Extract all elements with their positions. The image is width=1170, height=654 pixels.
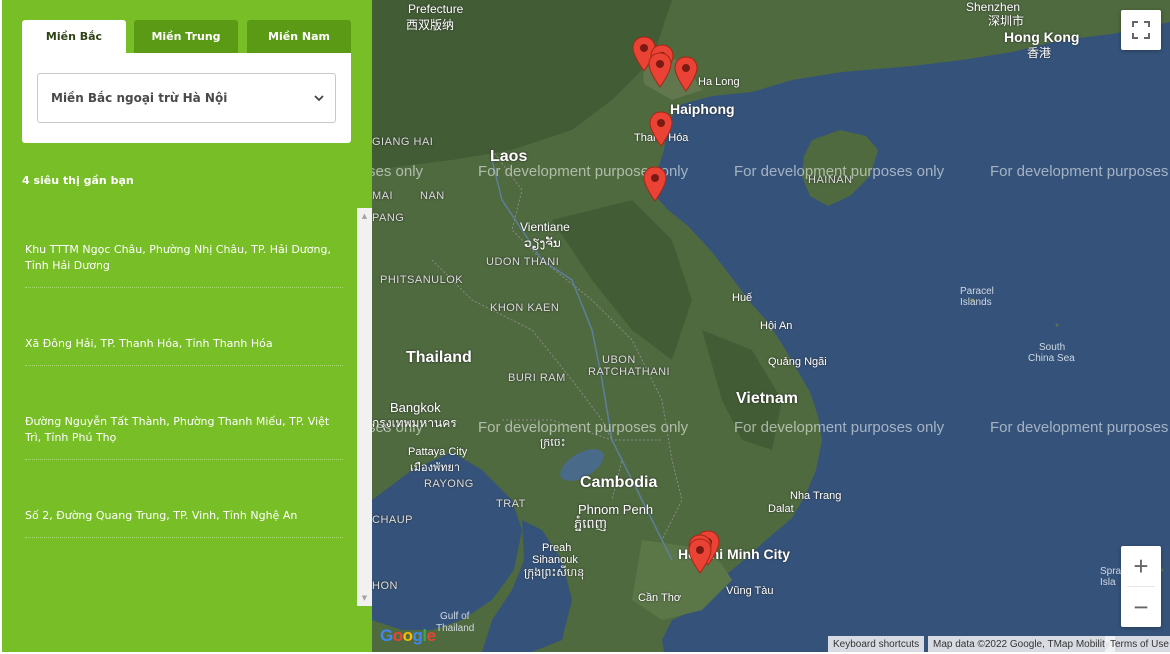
- store-marker[interactable]: [643, 166, 667, 202]
- zoom-out-button[interactable]: −: [1121, 587, 1161, 627]
- map-label: Hong Kong: [1004, 29, 1080, 45]
- map-label: Thailand: [436, 623, 475, 634]
- map-label: Dalat: [768, 503, 794, 515]
- store-marker[interactable]: [649, 111, 673, 147]
- chevron-down-icon: [314, 95, 324, 102]
- map-label: Isla: [1100, 577, 1116, 588]
- map-label: PANG: [372, 212, 405, 224]
- dev-watermark: For development purposes only: [734, 419, 945, 436]
- list-item[interactable]: Khu TTTM Ngọc Châu, Phường Nhị Châu, TP.…: [25, 242, 343, 288]
- map-label: Huế: [732, 292, 753, 304]
- map-label: NAN: [420, 190, 445, 202]
- store-marker[interactable]: [688, 538, 712, 574]
- map-data-attribution: Map data ©2022 Google, TMap Mobility: [928, 636, 1115, 652]
- map-label: Paracel: [960, 286, 994, 297]
- google-logo[interactable]: Google: [380, 626, 436, 646]
- zoom-control: + −: [1121, 546, 1161, 627]
- map-label: กรุงเทพมหานคร: [372, 416, 457, 430]
- store-marker[interactable]: [674, 56, 698, 92]
- map-label: GIANG HAI: [372, 136, 434, 148]
- keyboard-shortcuts-link[interactable]: Keyboard shortcuts: [828, 636, 925, 652]
- tab-mien-bac[interactable]: Miền Bắc: [22, 20, 126, 53]
- tab-mien-nam[interactable]: Miền Nam: [247, 20, 351, 53]
- dev-watermark: ses only: [372, 163, 424, 180]
- map-label: 深圳市: [988, 14, 1025, 28]
- list-scrollbar[interactable]: ▲ ▼: [357, 208, 372, 606]
- map-label: Sihanouk: [532, 554, 578, 566]
- map-label: MAI: [372, 190, 394, 202]
- map-view[interactable]: ses only For development purposes only F…: [372, 0, 1170, 652]
- map-label: Prefecture: [408, 2, 464, 16]
- list-item[interactable]: Đường Nguyễn Tất Thành, Phường Thanh Miế…: [25, 414, 343, 460]
- map-label: Haiphong: [670, 101, 735, 117]
- dev-watermark: For development purposes only: [990, 419, 1170, 436]
- region-tabs: Miền Bắc Miền Trung Miền Nam: [22, 20, 351, 53]
- map-label: ភ្នំពេញ: [574, 516, 608, 531]
- dev-watermark: For development purposes only: [990, 163, 1170, 180]
- map-label: UDON THANI: [486, 256, 560, 268]
- store-list: Khu TTTM Ngọc Châu, Phường Nhị Châu, TP.…: [22, 208, 372, 606]
- map-label: HON: [372, 580, 398, 592]
- map-label: Vũng Tàu: [726, 585, 774, 597]
- map-label: TRAT: [496, 498, 526, 510]
- scroll-up-icon[interactable]: ▲: [357, 210, 372, 222]
- map-label: Thailand: [406, 349, 472, 366]
- map-label: Quảng Ngãi: [768, 356, 827, 368]
- filter-panel: Miền Bắc ngoại trừ Hà Nội: [22, 53, 351, 143]
- map-label: KHON KAEN: [490, 302, 560, 314]
- fullscreen-icon: [1132, 21, 1150, 39]
- map-label: Pattaya City: [408, 446, 468, 458]
- map-label: Hội An: [760, 320, 793, 332]
- store-address: Khu TTTM Ngọc Châu, Phường Nhị Châu, TP.…: [25, 243, 331, 272]
- results-count: 4 siêu thị gần bạn: [22, 174, 134, 187]
- map-label: ວຽງຈັນ: [524, 236, 561, 250]
- area-select[interactable]: Miền Bắc ngoại trừ Hà Nội: [37, 73, 336, 123]
- fullscreen-button[interactable]: [1121, 10, 1161, 50]
- map-label: Vientiane: [520, 220, 570, 234]
- terms-of-use-link[interactable]: Terms of Use: [1105, 636, 1170, 652]
- store-address: Số 2, Đường Quang Trung, TP. Vinh, Tỉnh …: [25, 509, 298, 522]
- store-marker[interactable]: [648, 52, 672, 88]
- map-label: Ha Long: [698, 76, 740, 88]
- map-label: Phnom Penh: [578, 502, 654, 517]
- map-label: PHITSANULOK: [380, 274, 464, 286]
- store-address: Đường Nguyễn Tất Thành, Phường Thanh Miế…: [25, 415, 330, 444]
- map-label: Nha Trang: [790, 490, 842, 502]
- store-locator-sidebar: Miền Bắc Miền Trung Miền Nam Miền Bắc ng…: [2, 0, 372, 652]
- zoom-in-button[interactable]: +: [1121, 546, 1161, 586]
- scroll-thumb[interactable]: [360, 222, 369, 592]
- list-item[interactable]: Số 2, Đường Quang Trung, TP. Vinh, Tỉnh …: [25, 508, 343, 538]
- tab-mien-trung[interactable]: Miền Trung: [134, 20, 238, 53]
- store-address: Xã Đông Hải, TP. Thanh Hóa, Tỉnh Thanh H…: [25, 337, 273, 350]
- map-label: Gulf of: [440, 611, 470, 622]
- map-label: Laos: [490, 148, 528, 165]
- map-label: China Sea: [1028, 353, 1075, 364]
- map-label: South: [1039, 342, 1066, 353]
- map-label: Islands: [960, 297, 992, 308]
- map-label: RATCHATHANI: [588, 366, 671, 378]
- map-label: RAYONG: [424, 478, 474, 490]
- map-label: HAINAN: [808, 174, 853, 186]
- dev-watermark: For development purposes only: [478, 419, 689, 436]
- map-label: เมืองพัทยา: [410, 462, 461, 474]
- map-label: Vietnam: [736, 390, 798, 407]
- map-label: Cambodia: [580, 474, 658, 491]
- map-label: Spra: [1100, 566, 1122, 577]
- map-label: ក្រចេះ: [540, 437, 566, 449]
- scroll-down-icon[interactable]: ▼: [357, 592, 372, 604]
- area-select-value: Miền Bắc ngoại trừ Hà Nội: [51, 91, 228, 105]
- map-label: UBON: [602, 354, 636, 366]
- map-label: Bangkok: [390, 400, 441, 415]
- list-item[interactable]: Xã Đông Hải, TP. Thanh Hóa, Tỉnh Thanh H…: [25, 336, 343, 366]
- map-label: Preah: [542, 542, 572, 554]
- map-label: Cần Thơ: [638, 592, 682, 604]
- map-label: BURI RAM: [508, 372, 566, 384]
- map-label: ក្រុងព្រះសីហនុ: [524, 567, 585, 579]
- map-label: 西双版纳: [406, 18, 455, 32]
- map-label: 香港: [1027, 46, 1052, 60]
- map-label: CHAUP: [372, 514, 414, 526]
